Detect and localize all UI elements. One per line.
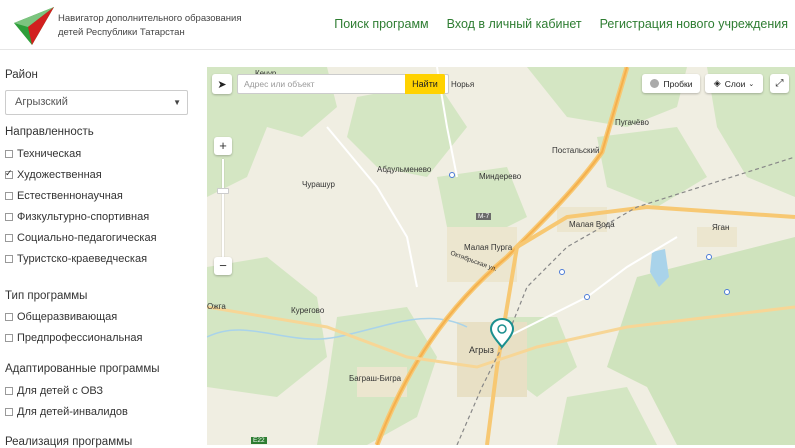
checkbox-box[interactable] (5, 213, 13, 221)
map-label: Баграш-Бигра (349, 374, 402, 383)
checkbox-tourism[interactable]: Туристско-краеведческая (5, 253, 147, 265)
region-title: Район (5, 69, 38, 81)
map-label-road: Е22 (251, 437, 267, 444)
layers-button[interactable]: ◈ Слои ⌄ (705, 74, 763, 93)
brand-line-1: Навигатор дополнительного образования (58, 13, 242, 24)
region-select-value: Агрызский (15, 96, 68, 108)
implementation-title: Реализация программы (5, 436, 133, 448)
arrow-locate-icon: ➤ (217, 78, 227, 91)
checkbox-disabled[interactable]: Для детей-инвалидов (5, 406, 128, 418)
traffic-label: Пробки (663, 78, 693, 89)
zoom-track[interactable] (222, 159, 224, 259)
map-label: Миндерево (479, 172, 522, 181)
map-label: Курегово (291, 306, 325, 315)
map-label: Яган (712, 223, 730, 232)
fullscreen-button[interactable]: ⤢ (770, 74, 789, 93)
layers-label: Слои (724, 78, 746, 89)
map-label: Агрыз (469, 345, 494, 355)
adapted-title: Адаптированные программы (5, 363, 160, 375)
checkbox-label: Предпрофессиональная (17, 332, 143, 344)
nav-login[interactable]: Вход в личный кабинет (447, 17, 582, 31)
checkbox-box[interactable] (5, 387, 13, 395)
top-nav: Поиск программ Вход в личный кабинет Рег… (334, 17, 795, 31)
checkbox-technical[interactable]: Техническая (5, 148, 81, 160)
nav-register-institution[interactable]: Регистрация нового учреждения (600, 17, 788, 31)
find-button[interactable]: Найти (405, 74, 445, 94)
map-canvas[interactable] (207, 67, 795, 445)
checkbox-box[interactable] (5, 408, 13, 416)
program-type-title: Тип программы (5, 290, 88, 302)
direction-title: Направленность (5, 126, 94, 138)
geolocation-button[interactable]: ➤ (212, 74, 232, 94)
checkbox-box[interactable] (5, 334, 13, 342)
checkbox-social[interactable]: Социально-педагогическая (5, 232, 157, 244)
traffic-button[interactable]: Пробки (642, 74, 700, 93)
zoom-control: + − (214, 137, 232, 281)
checkbox-ovz[interactable]: Для детей с ОВЗ (5, 385, 103, 397)
layers-icon: ◈ (713, 78, 721, 88)
map-label: Ожга (207, 302, 226, 311)
map-label-road: М-7 (476, 213, 492, 220)
zoom-in-button[interactable]: + (214, 137, 232, 155)
traffic-icon (649, 79, 659, 88)
map-label: Малая Пурга (464, 243, 513, 252)
checkbox-label: Физкультурно-спортивная (17, 211, 150, 223)
chevron-down-icon: ⌄ (748, 80, 755, 88)
nav-search-programs[interactable]: Поиск программ (334, 17, 428, 31)
map-label: Чурашур (302, 180, 335, 189)
checkbox-art[interactable]: Художественная (5, 168, 102, 181)
brand-line-2: детей Республики Татарстан (58, 27, 185, 38)
checkbox-box[interactable] (5, 313, 13, 321)
map-label: Абдульменево (377, 165, 432, 174)
checkbox-natural-science[interactable]: Естественнонаучная (5, 190, 123, 202)
checkbox-label: Туристско-краеведческая (17, 253, 148, 265)
checkbox-box[interactable] (5, 150, 13, 158)
navigator-logo-icon[interactable] (12, 5, 56, 47)
checkbox-label: Общеразвивающая (17, 311, 118, 323)
checkbox-sport[interactable]: Физкультурно-спортивная (5, 211, 149, 223)
checkbox-box[interactable] (5, 192, 13, 200)
zoom-slider-handle[interactable] (217, 188, 229, 194)
checkbox-box[interactable] (5, 255, 13, 263)
expand-icon: ⤢ (775, 78, 784, 89)
brand-title: Навигатор дополнительного образования де… (58, 12, 241, 40)
checkbox-general[interactable]: Общеразвивающая (5, 311, 117, 323)
chevron-down-icon: ▼ (173, 98, 181, 107)
filter-sidebar: Район Агрызский ▼ Направленность Техниче… (0, 50, 207, 448)
map-label: Пугачёво (615, 118, 649, 127)
checkbox-label: Для детей-инвалидов (17, 406, 128, 418)
checkbox-label: Естественнонаучная (17, 190, 123, 202)
map-label: Норья (451, 80, 475, 89)
zoom-out-button[interactable]: − (214, 257, 232, 275)
checkbox-label: Для детей с ОВЗ (17, 385, 104, 397)
checkbox-box[interactable] (5, 234, 13, 242)
checkbox-label: Художественная (17, 169, 102, 181)
checkbox-box-checked[interactable] (5, 168, 13, 179)
map-search-placeholder: Адрес или объект (244, 79, 315, 89)
region-select[interactable]: Агрызский ▼ (5, 90, 188, 115)
header: Навигатор дополнительного образования де… (0, 0, 795, 50)
checkbox-label: Социально-педагогическая (17, 232, 157, 244)
checkbox-label: Техническая (17, 148, 82, 160)
checkbox-preprofessional[interactable]: Предпрофессиональная (5, 332, 142, 344)
map-label: Малая Вода (569, 220, 615, 229)
map-label: Постальский (552, 146, 600, 155)
map[interactable]: Кечур Норья Пугачёво Постальский Абдульм… (207, 67, 795, 445)
